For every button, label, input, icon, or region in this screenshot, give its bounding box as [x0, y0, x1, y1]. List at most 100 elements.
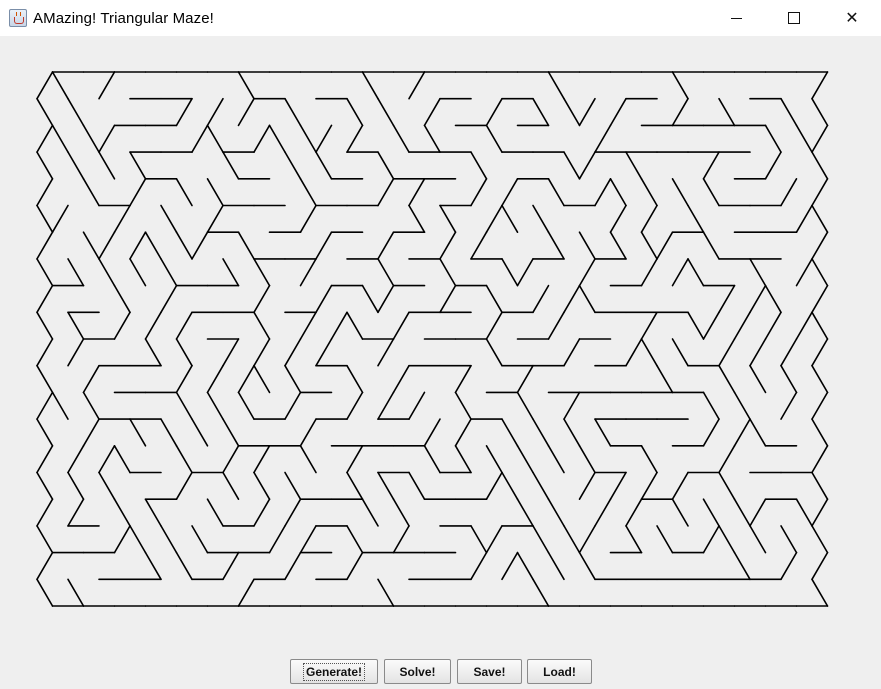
- maze-wall: [346, 551, 364, 581]
- maze-wall: [439, 284, 457, 314]
- maze-wall: [299, 258, 317, 287]
- maze-wall: [36, 178, 54, 207]
- maze-wall: [315, 124, 333, 153]
- maze-wall: [253, 258, 271, 287]
- maze-wall: [578, 258, 596, 287]
- maze-wall: [222, 418, 240, 447]
- maze-wall: [532, 284, 550, 314]
- maze-wall: [129, 231, 147, 260]
- maze-wall: [640, 311, 658, 340]
- maze-wall: [36, 311, 54, 340]
- maze-wall: [749, 418, 767, 447]
- load-button[interactable]: Load!: [527, 659, 592, 684]
- maze-wall: [733, 418, 751, 447]
- maze-wall: [594, 418, 612, 447]
- maze-wall: [36, 418, 54, 447]
- maze-wall: [439, 204, 457, 233]
- maze-wall: [811, 258, 829, 287]
- maze-wall: [206, 97, 224, 127]
- maze-wall: [377, 151, 395, 180]
- maze-wall: [485, 97, 503, 127]
- maze-wall: [795, 498, 813, 527]
- maze-wall: [222, 258, 240, 287]
- maze-wall: [485, 124, 503, 153]
- minimize-button[interactable]: [707, 0, 765, 36]
- maze-wall: [609, 178, 627, 207]
- maze-wall: [67, 258, 85, 287]
- generate-button[interactable]: Generate!: [290, 659, 378, 684]
- maze-wall: [547, 311, 565, 340]
- maze-wall: [113, 204, 131, 233]
- maximize-button[interactable]: [765, 0, 823, 36]
- maze-wall: [67, 498, 85, 527]
- maze-wall: [36, 525, 54, 554]
- maze-wall: [129, 418, 147, 447]
- maze-wall: [160, 284, 178, 314]
- maze-wall: [811, 311, 829, 340]
- maze-wall: [532, 97, 550, 127]
- maze-wall: [578, 444, 596, 474]
- maze-wall: [656, 364, 674, 394]
- maze-wall: [144, 498, 162, 527]
- maze-wall: [454, 444, 472, 474]
- maze-wall: [470, 231, 488, 260]
- maze-wall: [470, 178, 488, 207]
- maze-wall: [547, 551, 565, 581]
- maze-wall: [346, 525, 364, 554]
- maze-wall: [206, 204, 224, 233]
- maze-wall: [346, 444, 364, 474]
- maze-wall: [346, 364, 364, 394]
- maze-wall: [780, 338, 798, 367]
- maze-wall: [408, 71, 426, 100]
- maze-wall: [284, 498, 302, 527]
- solve-button[interactable]: Solve!: [384, 659, 451, 684]
- maze-wall: [222, 471, 240, 501]
- maze-wall: [237, 231, 255, 260]
- maze-wall: [392, 498, 410, 527]
- close-button[interactable]: ✕: [823, 0, 881, 36]
- maze-wall: [36, 338, 54, 367]
- save-button[interactable]: Save!: [457, 659, 522, 684]
- maze-wall: [129, 525, 147, 554]
- maze-wall: [144, 338, 162, 367]
- maze-wall: [563, 391, 581, 420]
- maze-wall: [811, 578, 829, 607]
- maze-wall: [361, 71, 379, 100]
- title-bar[interactable]: AMazing! Triangular Maze! ✕: [0, 0, 881, 36]
- maze-wall: [206, 391, 224, 420]
- maze-wall: [253, 284, 271, 314]
- maze-wall: [160, 204, 178, 233]
- maze-wall: [547, 444, 565, 474]
- maze-wall: [718, 525, 736, 554]
- maze-wall: [640, 231, 658, 260]
- maze-wall: [36, 578, 54, 607]
- maze-wall: [237, 578, 255, 607]
- maze-wall: [82, 391, 100, 420]
- maze-wall: [299, 178, 317, 207]
- java-cup-icon[interactable]: [9, 9, 27, 27]
- maze-wall: [392, 525, 410, 554]
- maze-wall: [795, 311, 813, 340]
- maze-wall: [811, 151, 829, 180]
- maze-wall: [811, 418, 829, 447]
- maze-wall: [733, 311, 751, 340]
- maze-wall: [516, 551, 534, 581]
- maze-wall: [656, 231, 674, 260]
- maze-wall: [532, 204, 550, 233]
- maze-wall: [485, 284, 503, 314]
- maze-wall: [454, 364, 472, 394]
- maze-wall: [470, 551, 488, 581]
- maze-wall: [51, 71, 69, 100]
- maze-wall: [36, 231, 54, 260]
- maze-wall: [191, 231, 209, 260]
- maze-wall: [532, 471, 550, 501]
- maze-wall: [795, 204, 813, 233]
- maze-wall: [392, 124, 410, 153]
- maze-wall: [702, 391, 720, 420]
- generate-button-label: Generate!: [302, 662, 366, 681]
- maze-wall: [222, 151, 240, 180]
- maze-wall: [175, 311, 193, 340]
- maze-wall: [563, 151, 581, 180]
- maze-wall: [237, 97, 255, 127]
- maze-wall: [82, 178, 100, 207]
